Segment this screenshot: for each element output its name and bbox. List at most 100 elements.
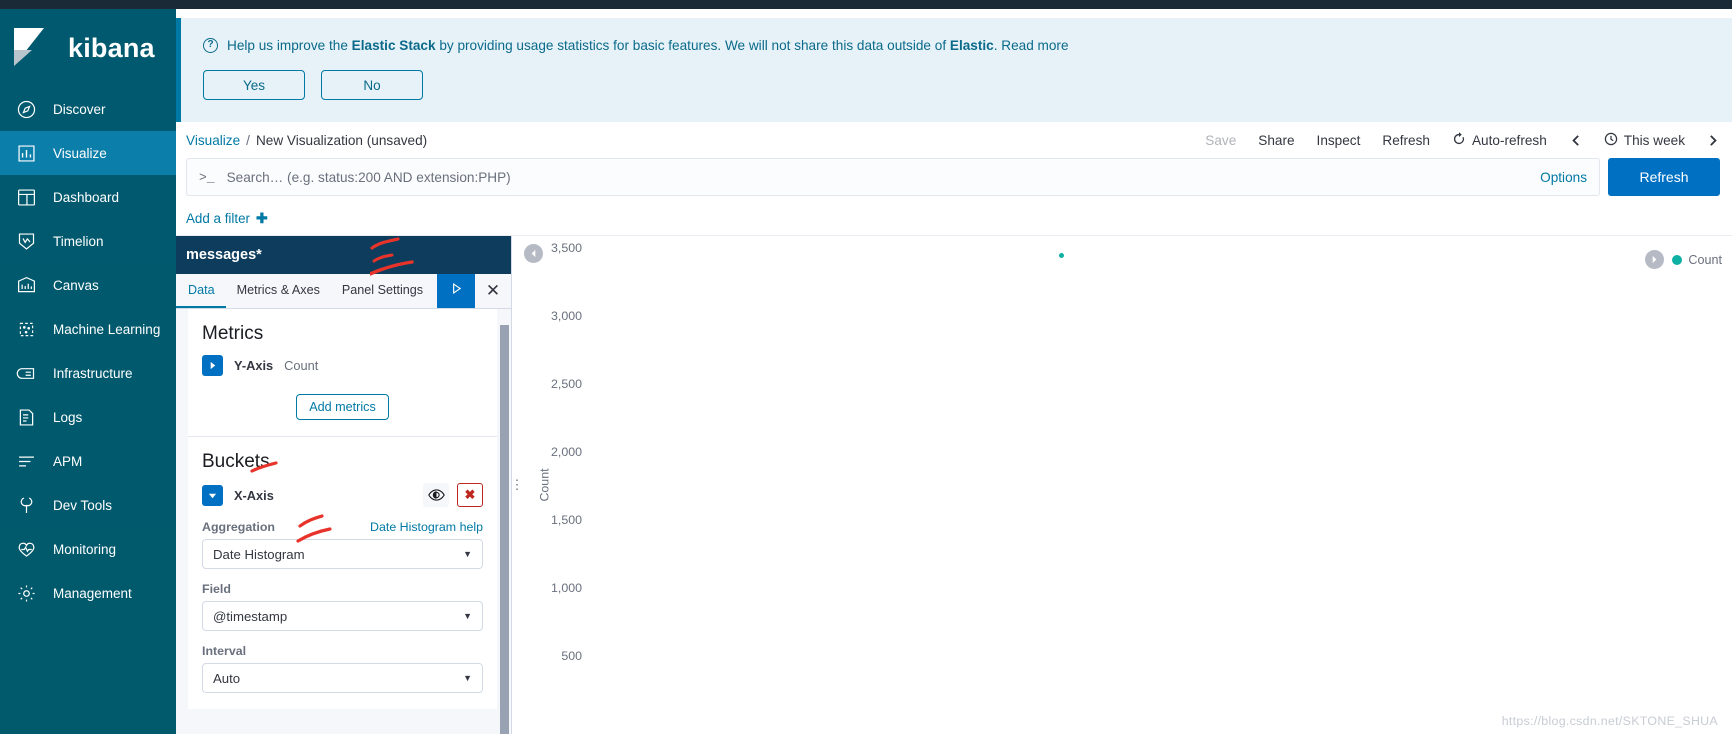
watermark-text: https://blog.csdn.net/SKTONE_SHUA xyxy=(1501,714,1718,728)
caret-right-icon[interactable] xyxy=(202,355,223,376)
sidebar-item-monitoring[interactable]: Monitoring xyxy=(0,527,176,571)
breadcrumb-current: New Visualization (unsaved) xyxy=(255,132,428,148)
sidebar-item-label: Machine Learning xyxy=(53,321,161,337)
tab-metrics-axes[interactable]: Metrics & Axes xyxy=(226,274,331,308)
banner-bold-elastic-stack: Elastic Stack xyxy=(351,38,436,53)
bucket-actions: ✖ xyxy=(423,483,483,507)
sidebar-item-label: Canvas xyxy=(53,277,99,293)
chevron-left-circle-icon[interactable] xyxy=(524,244,543,263)
chevron-down-icon: ▼ xyxy=(463,549,472,559)
add-metrics-button[interactable]: Add metrics xyxy=(296,394,389,420)
brand-home-link[interactable]: kibana xyxy=(0,9,176,87)
infrastructure-icon xyxy=(14,361,38,385)
clock-icon xyxy=(1604,132,1618,149)
telemetry-no-button[interactable]: No xyxy=(321,70,423,100)
sidebar-item-infrastructure[interactable]: Infrastructure xyxy=(0,351,176,395)
share-button[interactable]: Share xyxy=(1258,133,1294,148)
sidebar-item-management[interactable]: Management xyxy=(0,571,176,615)
sidebar-item-label: Discover xyxy=(53,101,106,117)
y-axis-tick: 2,500 xyxy=(550,377,582,391)
save-button[interactable]: Save xyxy=(1205,133,1236,148)
telemetry-opt-in-banner: ? Help us improve the Elastic Stack by p… xyxy=(176,18,1732,122)
banner-message: ? Help us improve the Elastic Stack by p… xyxy=(203,38,1710,53)
tab-panel-settings[interactable]: Panel Settings xyxy=(331,274,434,308)
sidebar-item-logs[interactable]: Logs xyxy=(0,395,176,439)
sidebar-item-dashboard[interactable]: Dashboard xyxy=(0,175,176,219)
close-x-icon[interactable]: ✖ xyxy=(457,483,483,507)
tab-label: Panel Settings xyxy=(341,283,424,297)
refresh-button[interactable]: Refresh xyxy=(1382,133,1430,148)
machine-learning-icon xyxy=(14,317,38,341)
query-prompt-icon: >_ xyxy=(199,169,215,185)
panel-resize-handle[interactable]: ⋮ xyxy=(511,236,524,734)
aggregation-select[interactable]: Date Histogram ▼ xyxy=(202,539,483,569)
canvas-icon xyxy=(14,273,38,297)
global-nav-sidebar: kibana Discover Visualize Dashboard Time… xyxy=(0,0,176,734)
sidebar-item-label: APM xyxy=(53,453,83,469)
banner-read-more-link[interactable]: Read more xyxy=(1001,38,1068,53)
search-input[interactable]: >_ Search… (e.g. status:200 AND extensio… xyxy=(186,158,1600,196)
banner-bold-elastic: Elastic xyxy=(949,38,994,53)
interval-label: Interval xyxy=(202,644,247,658)
tab-label: Data xyxy=(188,283,215,297)
monitoring-heartbeat-icon xyxy=(14,537,38,561)
metric-value: Count xyxy=(284,358,319,373)
legend-color-swatch xyxy=(1672,254,1683,265)
filter-bar: Add a filter ✚ xyxy=(176,202,1732,236)
legend-item-count[interactable]: Count xyxy=(1672,253,1722,267)
aggregation-value: Date Histogram xyxy=(213,546,305,562)
sidebar-top-strip xyxy=(0,0,176,9)
editor-scrollbar-thumb[interactable] xyxy=(500,325,509,734)
sidebar-item-timelion[interactable]: Timelion xyxy=(0,219,176,263)
apply-changes-button[interactable] xyxy=(437,274,475,308)
sidebar-item-dev-tools[interactable]: Dev Tools xyxy=(0,483,176,527)
chevron-right-circle-icon[interactable] xyxy=(1645,250,1665,269)
metrics-section: Metrics Y-Axis Count Add metrics xyxy=(188,309,497,437)
banner-actions: Yes No xyxy=(203,70,1710,100)
query-options-link[interactable]: Options xyxy=(1540,170,1587,185)
bucket-row-x-axis[interactable]: X-Axis ✖ xyxy=(202,483,483,507)
eye-toggle-icon[interactable] xyxy=(423,483,449,507)
index-pattern-name: messages* xyxy=(186,247,262,263)
query-refresh-button[interactable]: Refresh xyxy=(1608,158,1720,196)
wrench-icon xyxy=(14,493,38,517)
date-histogram-help-link[interactable]: Date Histogram help xyxy=(370,520,483,534)
sidebar-item-canvas[interactable]: Canvas xyxy=(0,263,176,307)
add-filter-button[interactable]: Add a filter ✚ xyxy=(186,210,268,227)
sidebar-item-label: Dashboard xyxy=(53,189,120,205)
app-toolbar: Visualize / New Visualization (unsaved) … xyxy=(176,122,1732,158)
tab-data[interactable]: Data xyxy=(176,274,226,308)
sidebar-item-visualize[interactable]: Visualize xyxy=(0,131,176,175)
apm-icon xyxy=(14,449,38,473)
sidebar-item-apm[interactable]: APM xyxy=(0,439,176,483)
y-axis-tick: 3,000 xyxy=(550,309,582,323)
auto-refresh-button[interactable]: Auto-refresh xyxy=(1452,131,1547,149)
brand-name: kibana xyxy=(68,32,155,63)
time-next-button[interactable] xyxy=(1707,134,1720,147)
caret-down-icon[interactable] xyxy=(202,484,223,506)
close-editor-button[interactable]: ✕ xyxy=(475,274,511,308)
telemetry-banner-wrapper: ? Help us improve the Elastic Stack by p… xyxy=(176,9,1732,122)
interval-select[interactable]: Auto ▼ xyxy=(202,663,483,693)
time-range-picker[interactable]: This week xyxy=(1604,132,1685,149)
field-select[interactable]: @timestamp ▼ xyxy=(202,601,483,631)
sidebar-item-label: Logs xyxy=(53,409,83,425)
aggregation-label: Aggregation xyxy=(202,520,275,534)
refresh-cycle-icon xyxy=(1452,131,1466,149)
toolbar-actions: Save Share Inspect Refresh Auto-refresh xyxy=(1205,131,1732,149)
telemetry-yes-button[interactable]: Yes xyxy=(203,70,305,100)
y-axis-tick: 1,000 xyxy=(550,581,582,595)
main-region: ? Help us improve the Elastic Stack by p… xyxy=(176,0,1732,734)
sidebar-item-label: Timelion xyxy=(53,233,104,249)
y-axis-tick: 500 xyxy=(561,649,582,663)
inspect-button[interactable]: Inspect xyxy=(1317,133,1361,148)
tab-label: Metrics & Axes xyxy=(236,283,320,297)
metric-row-y-axis[interactable]: Y-Axis Count xyxy=(202,355,483,376)
banner-text-part2: by providing usage statistics for basic … xyxy=(435,38,950,53)
editor-tabs: Data Metrics & Axes Panel Settings ✕ xyxy=(176,274,511,309)
sidebar-item-discover[interactable]: Discover xyxy=(0,87,176,131)
sidebar-item-label: Dev Tools xyxy=(53,497,113,513)
breadcrumb-visualize-link[interactable]: Visualize xyxy=(186,133,240,148)
sidebar-item-machine-learning[interactable]: Machine Learning xyxy=(0,307,176,351)
time-prev-button[interactable] xyxy=(1569,134,1582,147)
